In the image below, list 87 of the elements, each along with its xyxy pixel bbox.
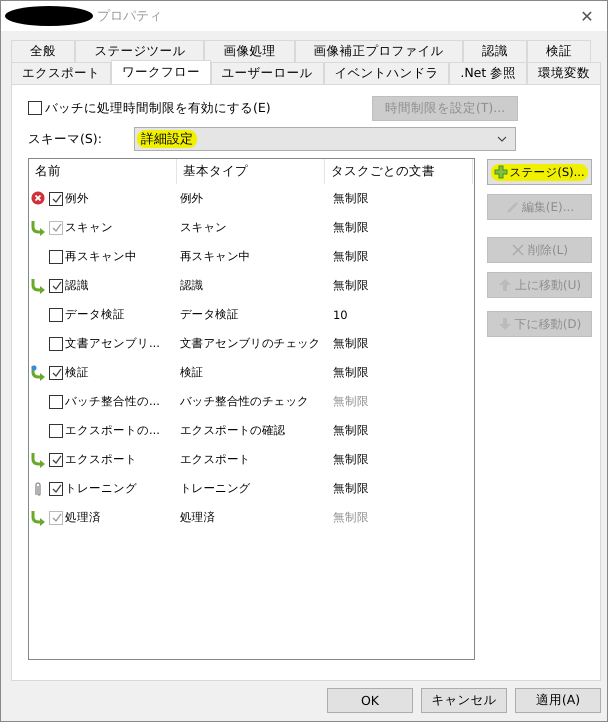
table-cell-text: 無制限	[332, 336, 370, 351]
checkbox[interactable]	[49, 424, 63, 438]
dialog-button[interactable]: OK	[327, 688, 413, 713]
column-header[interactable]: 基本タイプ	[177, 159, 325, 184]
table-cell-text: 10	[332, 308, 349, 322]
check-icon	[50, 512, 62, 523]
table-cell-text: 再スキャン中	[179, 249, 252, 264]
dialog-button[interactable]: キャンセル	[421, 688, 507, 713]
table-cell-text: 無制限	[332, 365, 370, 380]
table-cell-text: 無制限	[332, 278, 370, 293]
checkbox[interactable]	[49, 394, 63, 408]
window-title: プロパティ	[97, 8, 163, 25]
tab[interactable]: エクスポート	[11, 62, 111, 84]
table-cell: 文書アセンブリ...	[65, 336, 160, 351]
tab[interactable]: イベントハンドラ	[324, 62, 450, 84]
chevron-down-icon	[497, 136, 507, 142]
table-cell-text: 無制限	[332, 481, 370, 496]
tab[interactable]: 認識	[462, 40, 527, 62]
table-cell: 検証	[65, 365, 89, 380]
table-cell: スキャン	[65, 220, 113, 235]
table-cell-text: 無制限	[332, 220, 370, 235]
checkbox[interactable]	[49, 336, 63, 350]
table-cell-text: 無制限	[332, 510, 370, 525]
table-cell-text: 無制限	[332, 394, 370, 409]
checkbox[interactable]	[49, 250, 63, 264]
tab[interactable]: 画像処理	[204, 40, 295, 62]
dialog-button[interactable]: 適用(A)	[515, 688, 601, 713]
tab[interactable]: 検証	[526, 40, 592, 62]
checkbox[interactable]	[49, 366, 63, 380]
table-cell-text: データ検証	[179, 307, 240, 322]
tab[interactable]: ユーザーロール	[210, 62, 324, 84]
table-cell: データ検証	[65, 307, 125, 322]
table-cell: 認識	[65, 278, 89, 293]
table-cell-text: トレーニング	[179, 481, 252, 496]
check-icon	[50, 222, 62, 233]
table-cell: バッチ整合性の...	[65, 394, 160, 409]
checkbox[interactable]	[49, 482, 63, 496]
checkbox-label: バッチに処理時間制限を有効にする(E)	[45, 100, 271, 116]
table-cell: トレーニング	[65, 481, 137, 496]
column-header[interactable]: タスクごとの文書	[325, 159, 473, 184]
check-icon	[50, 483, 62, 494]
table-cell-text: エクスポートの確認	[179, 423, 286, 438]
field-label: スキーマ(S):	[28, 130, 103, 148]
table-cell: エクスポートの...	[65, 423, 160, 438]
checkbox[interactable]	[28, 101, 42, 115]
table-cell-text: 無制限	[332, 423, 370, 438]
table-cell-text: バッチ整合性のチェック	[179, 394, 310, 409]
curved-arrow-icon	[31, 452, 47, 468]
schema-dropdown[interactable]: 詳細設定	[134, 127, 516, 151]
curved-arrow-icon	[31, 278, 47, 294]
table-cell-text: 文書アセンブリのチェック	[179, 336, 322, 351]
check-icon	[50, 367, 62, 378]
plus-icon	[494, 165, 508, 179]
tab[interactable]: ワークフロー	[110, 60, 211, 84]
table-cell: 再スキャン中	[65, 249, 137, 264]
table-cell-text: 検証	[179, 365, 204, 380]
check-icon	[50, 193, 62, 204]
curved-arrow-icon	[31, 510, 47, 526]
table-cell-text: 処理済	[179, 510, 216, 525]
column-header[interactable]: 名前	[29, 159, 177, 184]
stage-button[interactable]: ステージ(S)...	[487, 159, 592, 185]
table-cell-text: スキャン	[179, 220, 228, 235]
curved-arrow-icon	[31, 220, 47, 236]
error-icon	[31, 190, 47, 206]
check-icon	[50, 454, 62, 465]
table-cell: 例外	[65, 191, 89, 206]
tab[interactable]: 全般	[11, 40, 76, 62]
table-cell-text: 無制限	[332, 249, 370, 264]
table-cell-text: 無制限	[332, 191, 370, 206]
checkbox[interactable]	[49, 192, 63, 206]
table-cell-text: 無制限	[332, 452, 370, 467]
table-cell: 処理済	[65, 510, 101, 525]
close-button[interactable]: ✕	[567, 2, 607, 30]
table-cell-text: 認識	[179, 278, 204, 293]
table-cell: エクスポート	[65, 452, 137, 467]
cross-icon	[510, 243, 525, 257]
checkbox[interactable]	[49, 308, 63, 322]
table-cell-text: エクスポート	[179, 452, 252, 467]
table-cell-text: 例外	[179, 191, 204, 206]
checkbox[interactable]	[49, 452, 63, 466]
check-icon	[50, 280, 62, 291]
curved-arrow-icon	[31, 364, 47, 380]
tab[interactable]: 画像補正プロファイル	[294, 40, 463, 62]
tab[interactable]: ステージツール	[75, 40, 204, 62]
tab[interactable]: .Net 参照	[449, 62, 528, 84]
tab[interactable]: 環境変数	[527, 62, 602, 84]
checkbox[interactable]	[49, 278, 63, 292]
